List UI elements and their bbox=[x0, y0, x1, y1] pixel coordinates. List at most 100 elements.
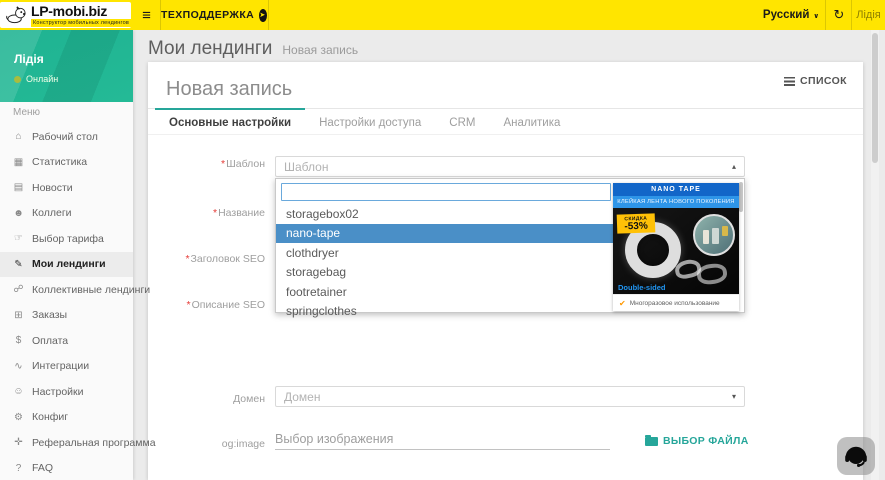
top-bar: LP-mobi.biz Конструктор мобильных лендин… bbox=[0, 0, 885, 30]
user-icon: ☺ bbox=[12, 386, 25, 397]
plug-icon: ∿ bbox=[12, 361, 25, 372]
tariff-hand-icon: ☞ bbox=[12, 233, 25, 244]
sidebar-item-payment[interactable]: $Оплата bbox=[0, 328, 133, 354]
scrollbar-thumb[interactable] bbox=[872, 33, 878, 163]
sidebar-item-settings[interactable]: ☺Настройки bbox=[0, 379, 133, 405]
logo-subtitle: Конструктор мобильных лендингов bbox=[31, 19, 131, 27]
stats-icon: ▦ bbox=[12, 157, 25, 168]
list-icon bbox=[784, 77, 795, 86]
sidebar-item-faq[interactable]: ?FAQ bbox=[0, 456, 133, 480]
choose-file-button[interactable]: ВЫБОР ФАЙЛА bbox=[645, 435, 749, 447]
seo-description-label: Описание SEO bbox=[148, 299, 265, 311]
tab-crm[interactable]: CRM bbox=[435, 109, 489, 136]
user-menu[interactable]: Лідія bbox=[852, 0, 885, 30]
main-content: Мои лендинги Новая запись Новая запись С… bbox=[133, 30, 885, 480]
template-dropdown: storagebox02 nano-tape clothdryer storag… bbox=[275, 178, 745, 313]
option-footretainer[interactable]: footretainer bbox=[276, 282, 616, 302]
name-label: Название bbox=[148, 207, 265, 219]
sidebar-item-news[interactable]: ▤Новости bbox=[0, 175, 133, 201]
option-springclothes[interactable]: springclothes bbox=[276, 302, 616, 322]
inset-photo bbox=[693, 214, 735, 256]
sidebar-item-referral[interactable]: ✛Реферальная программа bbox=[0, 430, 133, 456]
card-heading: Новая запись bbox=[166, 78, 292, 101]
discount-badge: СКИДКА -53% bbox=[617, 213, 656, 233]
sidebar-item-orders[interactable]: ⊞Заказы bbox=[0, 303, 133, 329]
template-search-input[interactable] bbox=[281, 183, 611, 201]
online-label: Онлайн bbox=[26, 74, 58, 84]
user-plus-icon: ✛ bbox=[12, 437, 25, 448]
page-title: Мои лендинги bbox=[148, 38, 272, 60]
question-icon: ? bbox=[12, 463, 25, 474]
sidebar-item-integrations[interactable]: ∿Интеграции bbox=[0, 354, 133, 380]
caret-up-icon: ▴ bbox=[732, 162, 736, 171]
og-image-input[interactable]: Выбор изображения bbox=[275, 430, 610, 450]
dog-logo-icon bbox=[6, 6, 27, 24]
list-button[interactable]: СПИСОК bbox=[784, 75, 847, 87]
chevron-down-icon: ∨ bbox=[813, 12, 819, 20]
preview-title: NANO TAPE bbox=[613, 183, 739, 196]
option-storagebox02[interactable]: storagebox02 bbox=[276, 204, 616, 224]
sidebar-item-collective-landings[interactable]: ☍Коллективные лендинги bbox=[0, 277, 133, 303]
desktop-icon: ⌂ bbox=[12, 131, 25, 142]
window-scrollbar bbox=[871, 30, 879, 480]
share-icon: ☍ bbox=[12, 284, 25, 295]
preview-feature-row: ✔ Многоразовое использование bbox=[613, 294, 739, 311]
tabs-bar: Основные настройки Настройки доступа CRM… bbox=[148, 108, 863, 135]
online-dot-icon bbox=[14, 76, 21, 83]
preview-caption: Double-sided bbox=[618, 283, 666, 292]
menu-section-label: Меню bbox=[13, 107, 40, 118]
template-preview: NANO TAPE КЛЕЙКАЯ ЛЕНТА НОВОГО ПОКОЛЕНИЯ… bbox=[613, 183, 739, 311]
sidebar-item-config[interactable]: ⚙Конфиг bbox=[0, 405, 133, 431]
language-selector[interactable]: Русский ∨ bbox=[756, 0, 826, 30]
option-nano-tape[interactable]: nano-tape bbox=[276, 224, 616, 244]
gear-icon: ⚙ bbox=[12, 412, 25, 423]
dropdown-scrollbar[interactable] bbox=[739, 182, 743, 212]
refresh-icon[interactable]: ↻ bbox=[826, 0, 852, 30]
preview-subtitle: КЛЕЙКАЯ ЛЕНТА НОВОГО ПОКОЛЕНИЯ bbox=[613, 196, 739, 208]
domain-select[interactable]: Домен ▾ bbox=[275, 386, 745, 407]
template-select[interactable]: Шаблон ▴ bbox=[275, 156, 745, 177]
colleagues-icon: ☻ bbox=[12, 208, 25, 219]
og-image-label: og:image bbox=[148, 438, 265, 450]
option-storagebag[interactable]: storagebag bbox=[276, 263, 616, 283]
app-window: LP-mobi.biz Конструктор мобильных лендин… bbox=[0, 0, 885, 480]
sidebar-user-panel: Лідія Онлайн bbox=[0, 30, 133, 102]
tab-analytics[interactable]: Аналитика bbox=[489, 109, 574, 136]
tab-access-settings[interactable]: Настройки доступа bbox=[305, 109, 435, 136]
logo[interactable]: LP-mobi.biz Конструктор мобильных лендин… bbox=[0, 2, 131, 28]
support-label: ТЕХПОДДЕРЖКА bbox=[161, 9, 254, 21]
sidebar: Лідія Онлайн Меню ⌂Рабочий стол ▦Статист… bbox=[0, 30, 133, 480]
check-icon: ✔ bbox=[619, 299, 626, 308]
caret-down-icon: ▾ bbox=[732, 392, 736, 401]
tab-main-settings[interactable]: Основные настройки bbox=[155, 109, 305, 136]
sidebar-item-tariff[interactable]: ☞Выбор тарифа bbox=[0, 226, 133, 252]
sidebar-item-colleagues[interactable]: ☻Коллеги bbox=[0, 201, 133, 227]
sidebar-user-name: Лідія bbox=[14, 52, 44, 66]
topbar-divider bbox=[268, 0, 269, 30]
breadcrumb-sub: Новая запись bbox=[282, 43, 358, 57]
support-button[interactable]: ТЕХПОДДЕРЖКА ➤ bbox=[161, 0, 267, 30]
option-clothdryer[interactable]: clothdryer bbox=[276, 243, 616, 263]
sidebar-item-my-landings[interactable]: ✎Мои лендинги bbox=[0, 252, 133, 278]
headset-icon bbox=[843, 443, 869, 469]
pencil-icon: ✎ bbox=[12, 259, 25, 270]
template-label: Шаблон bbox=[148, 158, 265, 170]
domain-label: Домен bbox=[148, 393, 265, 405]
sidebar-item-statistics[interactable]: ▦Статистика bbox=[0, 150, 133, 176]
sidebar-item-dashboard[interactable]: ⌂Рабочий стол bbox=[0, 124, 133, 150]
breadcrumb: Мои лендинги Новая запись bbox=[148, 38, 358, 60]
seo-title-label: Заголовок SEO bbox=[148, 253, 265, 265]
sidebar-user-status: Онлайн bbox=[14, 74, 58, 84]
folder-icon bbox=[645, 437, 658, 446]
news-icon: ▤ bbox=[12, 182, 25, 193]
hamburger-menu-icon[interactable]: ≡ bbox=[133, 0, 160, 30]
preview-image: СКИДКА -53% Double-sided bbox=[613, 208, 739, 294]
sidebar-menu: ⌂Рабочий стол ▦Статистика ▤Новости ☻Колл… bbox=[0, 124, 133, 480]
template-options-list: storagebox02 nano-tape clothdryer storag… bbox=[276, 204, 616, 321]
form-card: Новая запись СПИСОК Основные настройки Н… bbox=[148, 62, 863, 480]
support-chat-button[interactable] bbox=[837, 437, 875, 475]
logo-title: LP-mobi.biz bbox=[31, 4, 131, 18]
telegram-icon: ➤ bbox=[259, 9, 267, 22]
cart-icon: ⊞ bbox=[12, 310, 25, 321]
language-label: Русский bbox=[763, 9, 809, 21]
